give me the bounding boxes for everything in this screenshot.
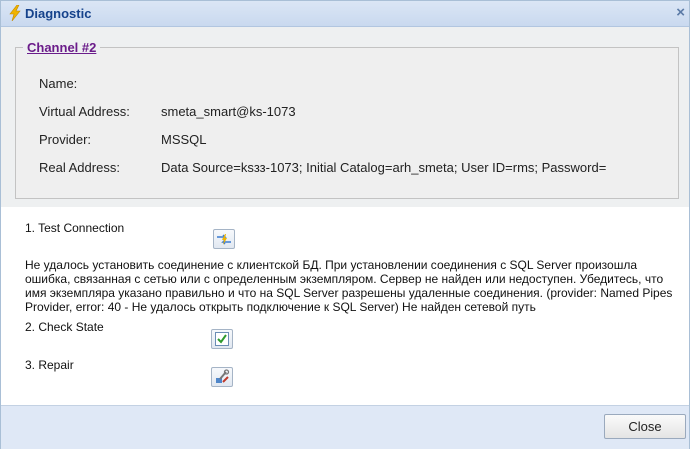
test-connection-icon [217,234,231,245]
dialog-footer [1,405,689,449]
title-bar[interactable]: Diagnostic × [1,1,689,27]
channel-legend-link[interactable]: Channel #2 [23,40,101,55]
repair-label: 3. Repair [25,358,74,372]
virtual-address-value: smeta_smart@ks-1073 [161,104,296,119]
close-icon[interactable]: × [676,4,685,21]
provider-value: MSSQL [161,132,207,147]
virtual-address-label: Virtual Address: [39,104,130,119]
channel-fieldset [15,47,679,199]
repair-button[interactable] [211,367,233,387]
real-address-label: Real Address: [39,160,120,175]
close-button[interactable]: Close [604,414,686,439]
check-state-button[interactable] [211,329,233,349]
repair-icon [216,369,230,383]
diagnostic-dialog: Diagnostic × Channel #2 Name: Virtual Ad… [0,0,690,449]
check-state-label: 2. Check State [25,320,104,334]
check-state-icon [215,332,229,346]
real-address-value: Data Source=ksзз-1073; Initial Catalog=a… [161,160,607,175]
provider-label: Provider: [39,132,92,147]
name-label: Name: [39,76,78,91]
dialog-title: Diagnostic [25,6,92,21]
lightning-icon [9,5,21,21]
test-connection-button[interactable] [213,229,235,249]
test-connection-label: 1. Test Connection [25,221,125,235]
error-message: Не удалось установить соединение с клиен… [25,258,673,314]
